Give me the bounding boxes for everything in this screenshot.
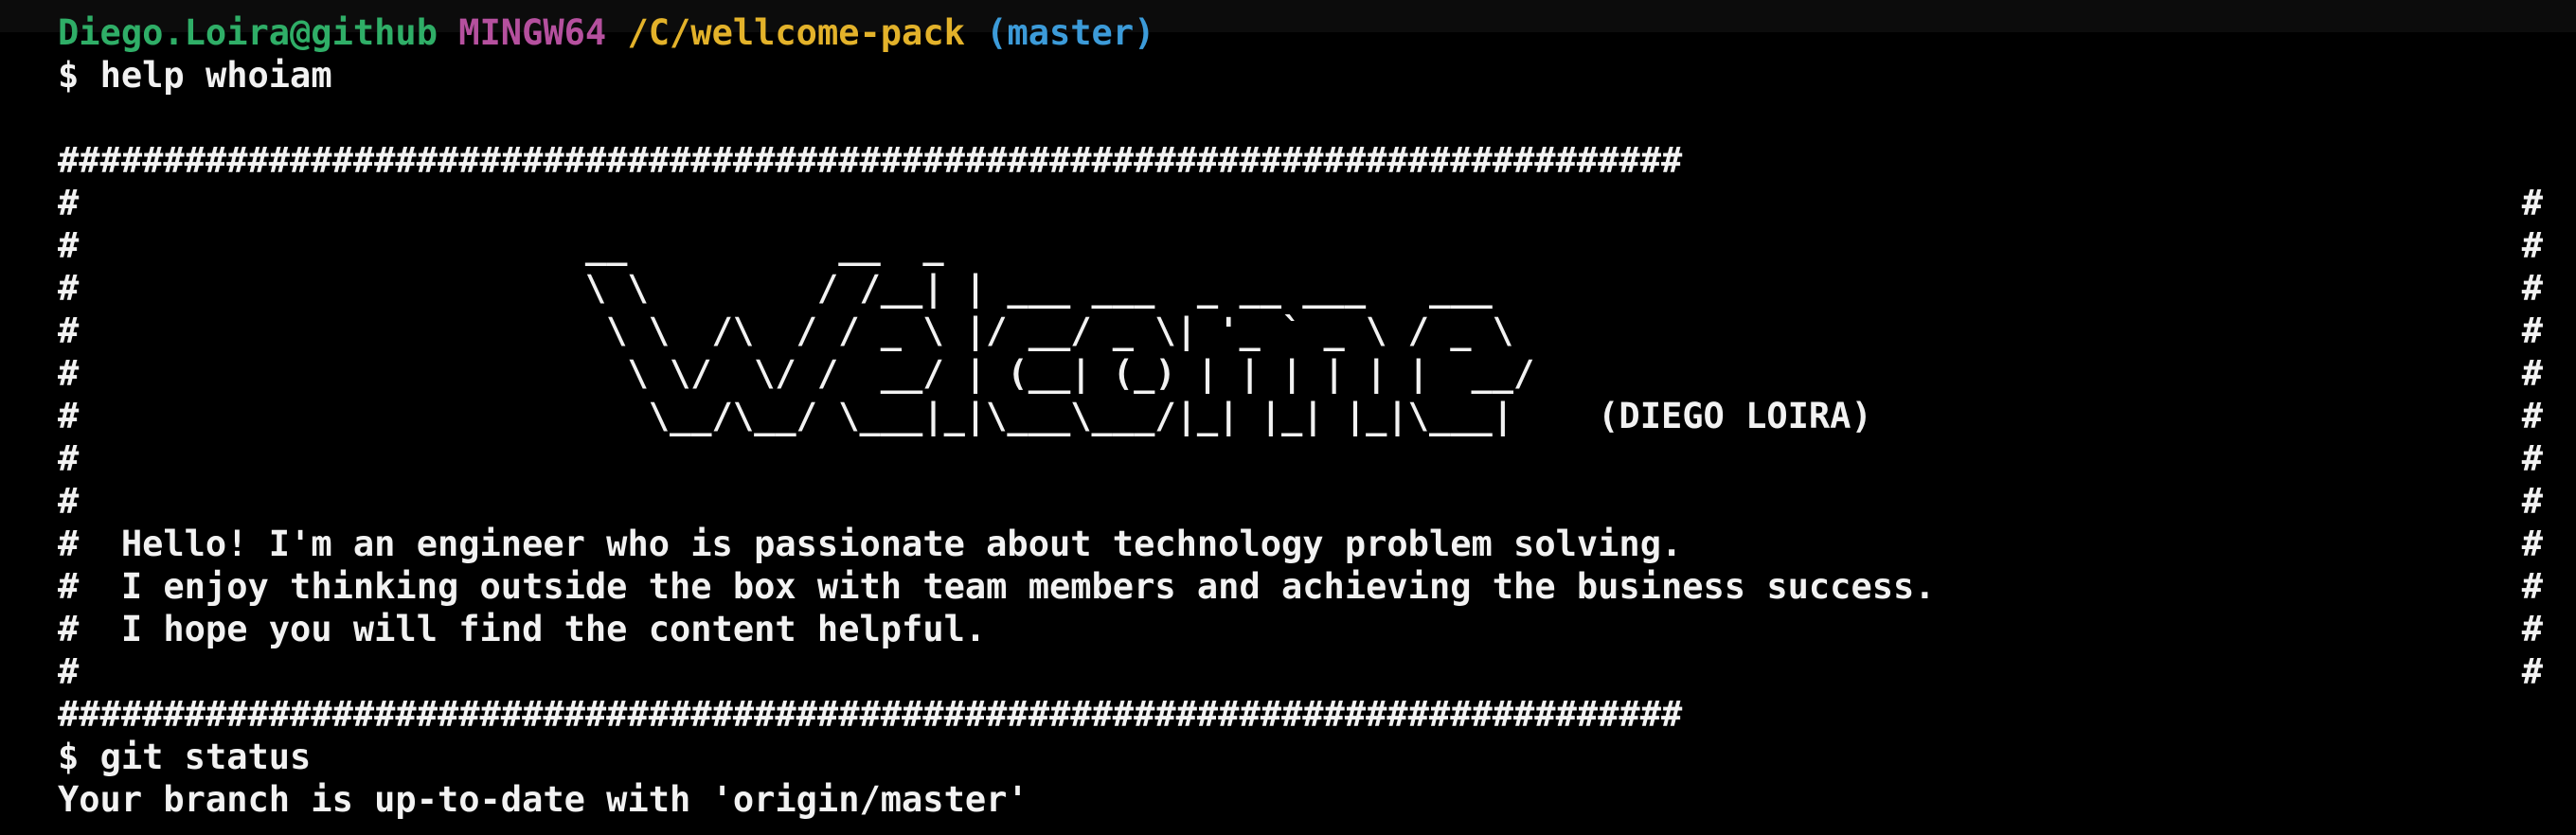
prompt-branch: (master) xyxy=(986,12,1155,53)
banner-edge-right: # xyxy=(2521,651,2543,692)
banner-row: # # xyxy=(58,182,2543,224)
banner-edge-right: # xyxy=(2521,396,2543,436)
banner-edge-left: # xyxy=(58,183,80,223)
banner-edge-left: # xyxy=(58,396,80,436)
banner-edge-right: # xyxy=(2521,225,2543,266)
git-status-output: Your branch is up-to-date with 'origin/m… xyxy=(58,779,1029,820)
banner-edge-left: # xyxy=(58,524,80,564)
ascii-art-row: \__/\__/ \___|_|\___\___/|_| |_| |_|\___… xyxy=(79,396,1872,436)
banner-rows: # # # __ __ _ # # \ \ / /__| | ___ ___ _ __ … xyxy=(58,182,2543,693)
ascii-art-row: \ \ /\ / / _ \ |/ __/ _ \| '_ ` _ \ / _ … xyxy=(79,311,1514,351)
banner-edge-left: # xyxy=(58,311,80,351)
banner-edge-left: # xyxy=(58,225,80,266)
command-help-whoiam: help whoiam xyxy=(99,55,332,96)
welcome-message-row: I enjoy thinking outside the box with te… xyxy=(79,566,1936,607)
welcome-message-row: I hope you will find the content helpful… xyxy=(79,609,987,649)
command-line: $ git status xyxy=(58,736,2543,778)
banner-row: # I hope you will find the content helpf… xyxy=(58,608,2543,650)
banner-edge-left: # xyxy=(58,609,80,649)
welcome-message-row xyxy=(79,650,2521,693)
command-line: $ help whoiam xyxy=(58,54,2543,97)
banner-edge-right: # xyxy=(2521,268,2543,309)
banner-row: # \ \ / /__| | ___ ___ _ __ ___ ___ # xyxy=(58,267,2543,310)
banner-edge-right: # xyxy=(2521,183,2543,223)
banner-edge-left: # xyxy=(58,566,80,607)
ascii-art-row xyxy=(79,480,2521,523)
prompt-system: MINGW64 xyxy=(458,12,607,53)
command-git-status: git status xyxy=(99,737,312,777)
banner-border-bottom: ########################################… xyxy=(58,694,1683,735)
banner-edge-right: # xyxy=(2521,609,2543,649)
banner-edge-right: # xyxy=(2521,353,2543,394)
prompt-path: /C/wellcome-pack xyxy=(627,12,965,53)
welcome-banner: ########################################… xyxy=(58,139,2543,736)
banner-row: # \__/\__/ \___|_|\___\___/|_| |_| |_|\_… xyxy=(58,395,2543,437)
welcome-message-row: Hello! I'm an engineer who is passionate… xyxy=(79,524,1683,564)
banner-edge-left: # xyxy=(58,481,80,522)
banner-edge-right: # xyxy=(2521,481,2543,522)
ascii-art-row xyxy=(79,437,2521,480)
banner-edge-left: # xyxy=(58,353,80,394)
prompt-line: Diego.Loira@github MINGW64 /C/wellcome-p… xyxy=(58,11,2543,54)
ascii-art-row: \ \/ \/ / __/ | (__| (_) | | | | | | __/ xyxy=(79,353,1535,394)
banner-row: # \ \ /\ / / _ \ |/ __/ _ \| '_ ` _ \ / … xyxy=(58,310,2543,352)
prompt-user: Diego.Loira@github xyxy=(58,12,438,53)
banner-row: # \ \/ \/ / __/ | (__| (_) | | | | | | _… xyxy=(58,352,2543,395)
banner-edge-right: # xyxy=(2521,438,2543,479)
banner-row: # # xyxy=(58,480,2543,523)
banner-row: # # xyxy=(58,437,2543,480)
terminal-window[interactable]: Diego.Loira@github MINGW64 /C/wellcome-p… xyxy=(58,11,2543,821)
banner-edge-right: # xyxy=(2521,311,2543,351)
banner-edge-right: # xyxy=(2521,524,2543,564)
banner-edge-left: # xyxy=(58,268,80,309)
banner-row: # __ __ _ # xyxy=(58,224,2543,267)
prompt-symbol: $ xyxy=(58,737,80,777)
banner-row: # I enjoy thinking outside the box with … xyxy=(58,565,2543,608)
banner-border-top: ########################################… xyxy=(58,140,1683,181)
ascii-art-row xyxy=(79,182,2521,224)
banner-row: # # xyxy=(58,650,2543,693)
banner-row: # Hello! I'm an engineer who is passiona… xyxy=(58,523,2543,565)
ascii-art-row: \ \ / /__| | ___ ___ _ __ ___ ___ xyxy=(79,268,1493,309)
banner-edge-left: # xyxy=(58,438,80,479)
banner-edge-left: # xyxy=(58,651,80,692)
prompt-symbol: $ xyxy=(58,55,80,96)
banner-edge-right: # xyxy=(2521,566,2543,607)
ascii-art-row: __ __ _ xyxy=(79,225,944,266)
